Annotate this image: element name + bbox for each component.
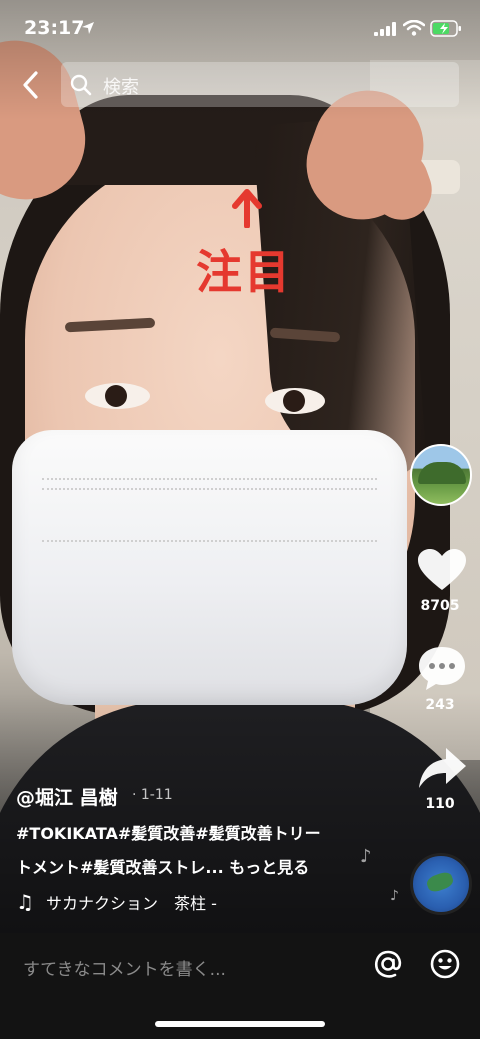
at-sign-icon[interactable] (372, 948, 404, 980)
location-arrow-icon (82, 22, 94, 34)
like-count: 8705 (420, 598, 460, 614)
floating-note-icon: ♪ (390, 888, 399, 904)
status-bar: 23:17 (0, 0, 480, 58)
mask-pleat (42, 488, 377, 490)
post-date: · 1-11 (132, 787, 173, 803)
see-more-link[interactable]: もっと見る (229, 858, 309, 877)
disc-image (425, 870, 455, 894)
heart-icon[interactable] (414, 546, 470, 594)
share-arrow-icon[interactable] (414, 744, 470, 792)
creator-avatar[interactable] (410, 444, 472, 506)
comment-input[interactable]: すてきなコメントを書く... (23, 955, 226, 980)
sound-title[interactable]: サカナクション 茶柱 - (46, 890, 217, 914)
share-count: 110 (425, 796, 455, 812)
eye-left (85, 383, 150, 409)
battery-charging-icon (430, 20, 461, 37)
face-mask (12, 430, 407, 705)
author-name[interactable]: @堀江 昌樹 (16, 783, 118, 810)
chevron-left-icon[interactable] (16, 66, 48, 104)
mask-pleat (42, 478, 377, 480)
comment-bar: すてきなコメントを書く... (0, 933, 480, 1039)
search-input[interactable]: 検索 (61, 62, 459, 107)
comment-count: 243 (425, 697, 455, 713)
caption-line-2: トメント#髪質改善ストレ... もっと見る (16, 854, 309, 878)
sound-disc[interactable] (410, 853, 472, 915)
cellular-signal-icon (374, 22, 396, 36)
search-placeholder: 検索 (103, 77, 139, 98)
search-icon (70, 74, 92, 96)
overlay-annotation: 注目 (196, 245, 292, 299)
caption-line-1: #TOKIKATA#髪質改善#髪質改善トリー (16, 824, 321, 843)
comment-bubble-icon[interactable] (414, 644, 470, 692)
avatar-image (418, 462, 466, 484)
mask-pleat (42, 540, 377, 542)
music-note-icon: ♫ (16, 890, 34, 914)
status-time: 23:17 (24, 17, 85, 39)
caption-line-2-text: トメント#髪質改善ストレ... (16, 858, 224, 877)
home-indicator (155, 1021, 325, 1027)
smiley-icon[interactable] (429, 948, 461, 980)
arrow-up-icon (232, 189, 262, 228)
wifi-icon (403, 20, 425, 36)
eye-right (265, 388, 325, 414)
floating-note-icon: ♪ (360, 846, 372, 867)
